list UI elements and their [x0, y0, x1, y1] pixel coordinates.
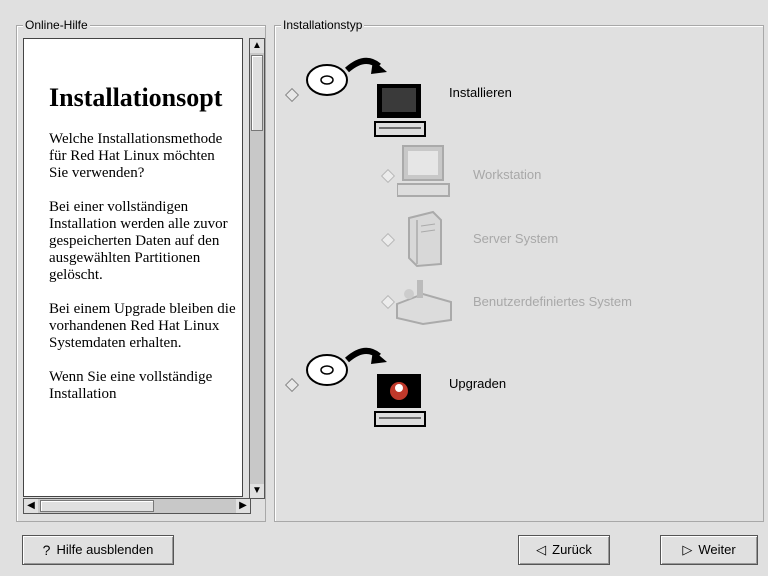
help-text: Welche Installationsmethode für Red Hat … [49, 131, 237, 420]
toolbox-icon [396, 280, 452, 326]
help-panel: Online-Hilfe Installationsopt Welche Ins… [16, 18, 266, 522]
help-paragraph: Welche Installationsmethode für Red Hat … [49, 131, 223, 181]
upgrade-radio[interactable] [284, 377, 300, 393]
install-label[interactable]: Installieren [449, 85, 512, 100]
scroll-thumb[interactable] [251, 55, 263, 131]
help-paragraph: Bei einem Upgrade bleiben die vorhandene… [49, 301, 236, 351]
scroll-right-arrow-icon[interactable]: ▶ [236, 499, 250, 513]
workstation-icon [397, 145, 450, 197]
back-button[interactable]: ◁ Zurück [518, 535, 610, 565]
install-type-panel: Installationstyp Installieren Workstatio… [274, 18, 764, 522]
scroll-up-arrow-icon[interactable]: ▲ [250, 39, 264, 53]
install-type-title: Installationstyp [281, 18, 365, 32]
hide-help-label: Hilfe ausblenden [56, 542, 154, 557]
upgrade-label[interactable]: Upgraden [449, 376, 506, 391]
server-label[interactable]: Server System [473, 231, 558, 246]
help-document: Installationsopt Welche Installationsmet… [23, 38, 243, 497]
next-button[interactable]: ▷ Weiter [660, 535, 758, 565]
scroll-thumb[interactable] [40, 500, 154, 512]
workstation-label[interactable]: Workstation [473, 167, 541, 182]
cd-to-computer-icon [306, 57, 426, 137]
back-label: Zurück [552, 542, 592, 557]
hide-help-button[interactable]: ? Hilfe ausblenden [22, 535, 174, 565]
help-heading: Installationsopt [49, 83, 223, 112]
cd-upgrade-computer-icon [306, 347, 426, 427]
server-radio[interactable] [380, 232, 396, 248]
install-radio[interactable] [284, 87, 300, 103]
back-arrow-icon: ◁ [536, 542, 547, 557]
help-vertical-scrollbar[interactable]: ▲ ▼ [249, 38, 265, 499]
custom-label[interactable]: Benutzerdefiniertes System [473, 294, 632, 309]
next-label: Weiter [698, 542, 736, 557]
scroll-down-arrow-icon[interactable]: ▼ [250, 484, 264, 498]
scroll-left-arrow-icon[interactable]: ◀ [24, 499, 38, 513]
next-arrow-icon: ▷ [682, 542, 693, 557]
help-panel-title: Online-Hilfe [23, 18, 90, 32]
help-paragraph: Wenn Sie eine vollständige Installation [49, 369, 213, 402]
workstation-radio[interactable] [380, 168, 396, 184]
help-horizontal-scrollbar[interactable]: ◀ ▶ [23, 498, 251, 514]
server-tower-icon [408, 210, 442, 268]
help-question-icon: ? [42, 542, 51, 558]
help-paragraph: Bei einer vollständigen Installation wer… [49, 199, 228, 283]
